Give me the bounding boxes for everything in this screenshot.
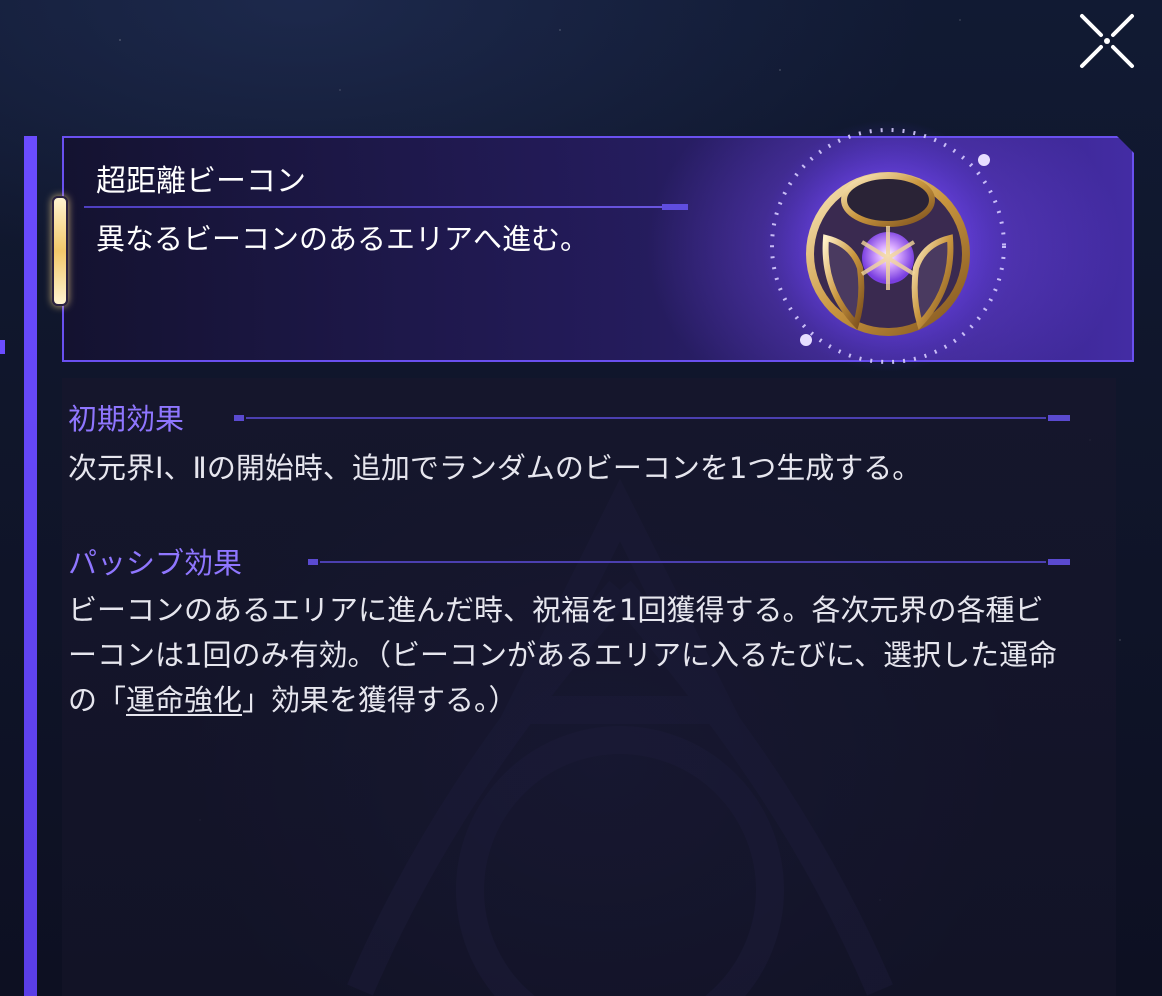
title-divider-cap — [662, 204, 688, 210]
destiny-enhance-link[interactable]: 運命強化 — [126, 683, 242, 717]
item-description: 異なるビーコンのあるエリアへ進む。 — [96, 222, 590, 256]
heading-rule-dot — [234, 415, 244, 421]
header-accent-marker — [52, 196, 68, 306]
heading-rule — [320, 561, 1046, 563]
initial-effect-heading: 初期効果 — [68, 402, 185, 436]
left-edge-notch — [0, 340, 5, 354]
passive-effect-heading: パッシブ効果 — [68, 546, 243, 580]
beacon-orb-icon — [762, 120, 1014, 372]
heading-rule-dot — [308, 559, 318, 565]
close-icon — [1080, 14, 1134, 68]
heading-rule — [246, 417, 1046, 419]
passive-effect-text: ビーコンのあるエリアに進んだ時、祝福を1回獲得する。各次元界の各種ビーコンは1回… — [68, 588, 1068, 723]
left-accent-bar — [24, 136, 37, 996]
close-button[interactable] — [1076, 10, 1138, 72]
initial-effect-text: 次元界Ⅰ、Ⅱの開始時、追加でランダムのビーコンを1つ生成する。 — [68, 451, 922, 485]
heading-rule-cap — [1048, 415, 1070, 421]
popup-background: 超距離ビーコン 異なるビーコンのあるエリアへ進む。 初期効果 次元界Ⅰ、Ⅱの開始… — [0, 0, 1162, 996]
title-divider — [84, 206, 684, 208]
heading-rule-cap — [1048, 559, 1070, 565]
item-title: 超距離ビーコン — [96, 164, 306, 199]
passive-text-after-link: 」効果を獲得する。） — [242, 683, 518, 717]
